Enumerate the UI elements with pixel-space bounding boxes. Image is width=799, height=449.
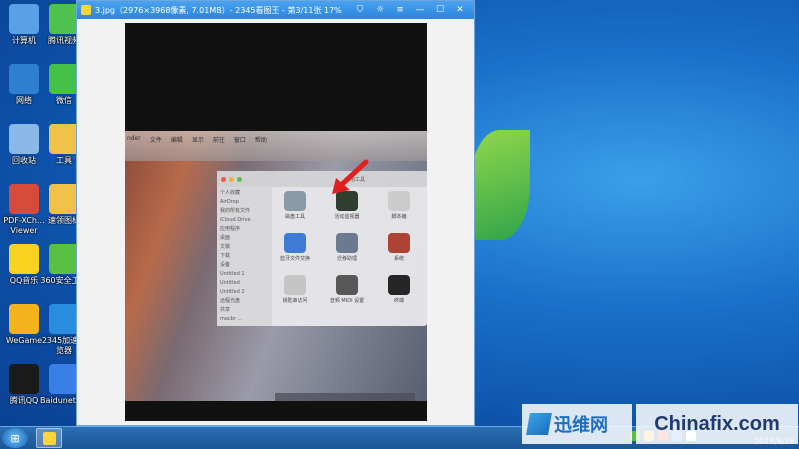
finder-app: 蓝牙文件交换 xyxy=(275,233,315,262)
finder-sidebar-item: Untitled 1 xyxy=(220,271,245,277)
finder-sidebar: 个人收藏 AirDrop 我的所有文件 iCloud Drive 应用程序桌面文稿下载设… xyxy=(217,187,272,326)
finder-window: 实用工具 个人收藏 AirDrop 我的所有文件 iCloud Drive 应用程序 桌面… xyxy=(217,171,427,326)
finder-sidebar-item: macbr ... xyxy=(220,316,243,322)
start-button[interactable]: ⊞ xyxy=(2,428,28,448)
finder-app-label: 终端 xyxy=(393,298,404,304)
displayed-photo: nder 文件 编辑 显示 前往 窗口 帮助 实用工具 个人收藏 AirDrop 我的所有文件 i… xyxy=(125,23,427,421)
viewer-app-icon xyxy=(42,431,56,445)
menu-icon[interactable]: ≡ xyxy=(390,5,410,15)
wechat-icon xyxy=(49,64,79,94)
pin-icon[interactable]: ⛉ xyxy=(350,5,370,15)
window-title: 3.jpg（2976×3968像素, 7.01MB）- 2345看图王 - 第3… xyxy=(95,5,342,15)
computer-icon xyxy=(9,4,39,34)
finder-apps: 磁盘工具 活动监视器 脚本编蓝牙文件交换 迁移助理 系统钥匙串访问 音频 MIDI 设置 终… xyxy=(275,191,425,321)
finder-sidebar-item: AirDrop xyxy=(220,199,239,205)
finder-app-label: 迁移助理 xyxy=(336,256,357,262)
finder-app-label: 系统 xyxy=(393,256,404,262)
watermark-chinafix-cn: 迅维网 xyxy=(522,404,632,444)
app-icon xyxy=(284,275,306,295)
viewer-app-icon xyxy=(81,5,91,15)
mac-menu-item: 编辑 xyxy=(170,137,183,144)
folder-icon xyxy=(49,184,79,214)
finder-sidebar-item: 下载 xyxy=(220,253,231,259)
finder-app-label: 音频 MIDI 设置 xyxy=(329,298,365,304)
skin-icon[interactable]: ☼ xyxy=(370,5,390,15)
finder-sidebar-item: iCloud Drive xyxy=(220,217,251,223)
watermark-chinafix-en: Chinafix.com xyxy=(636,404,798,444)
app-icon xyxy=(388,233,410,253)
finder-app: 音频 MIDI 设置 xyxy=(327,275,367,304)
pdf-icon xyxy=(9,184,39,214)
close-icon[interactable]: ✕ xyxy=(450,5,470,15)
watermark-logo-icon xyxy=(526,413,552,435)
music-icon xyxy=(9,244,39,274)
minimize-icon[interactable]: — xyxy=(410,5,430,15)
mac-menu-item: 帮助 xyxy=(254,137,267,144)
mac-menu-item: 前往 xyxy=(212,137,225,144)
app-icon xyxy=(284,191,306,211)
finder-app: 磁盘工具 xyxy=(275,191,315,220)
title-bar[interactable]: 3.jpg（2976×3968像素, 7.01MB）- 2345看图王 - 第3… xyxy=(77,1,474,19)
shield-icon xyxy=(49,244,79,274)
taskbar-viewer-button[interactable] xyxy=(36,428,62,448)
finder-app: 钥匙串访问 xyxy=(275,275,315,304)
image-viewer-window[interactable]: 3.jpg（2976×3968像素, 7.01MB）- 2345看图王 - 第3… xyxy=(76,0,475,426)
mac-dock xyxy=(275,393,415,401)
finder-sidebar-item: Untitled xyxy=(220,280,240,286)
finder-app: 脚本编 xyxy=(379,191,419,220)
finder-sidebar-item: 桌面 xyxy=(220,235,231,241)
finder-app-label: 磁盘工具 xyxy=(284,214,305,220)
browser-icon xyxy=(49,304,79,334)
app-icon xyxy=(388,275,410,295)
image-canvas[interactable]: nder 文件 编辑 显示 前往 窗口 帮助 实用工具 个人收藏 AirDrop 我的所有文件 i… xyxy=(77,19,474,425)
finder-app-label: 活动监视器 xyxy=(334,214,360,220)
app-icon xyxy=(336,275,358,295)
finder-app: 迁移助理 xyxy=(327,233,367,262)
finder-sidebar-item: 设备 xyxy=(220,262,231,268)
finder-sidebar-item: 文稿 xyxy=(220,244,231,250)
finder-sidebar-item: 远程光盘 xyxy=(220,298,241,304)
mac-menu-item: 显示 xyxy=(191,137,204,144)
mac-menubar: nder 文件 编辑 显示 前往 窗口 帮助 xyxy=(125,135,427,145)
recycle-bin-icon xyxy=(9,124,39,154)
qq-icon xyxy=(9,364,39,394)
mac-screen: nder 文件 编辑 显示 前往 窗口 帮助 实用工具 个人收藏 AirDrop 我的所有文件 i… xyxy=(125,131,427,401)
mac-menu-item: nder xyxy=(127,135,141,142)
finder-app: 终端 xyxy=(379,275,419,304)
network-icon xyxy=(9,64,39,94)
finder-sidebar-item: Untitled 2 xyxy=(220,289,245,295)
mac-menu-item: 文件 xyxy=(149,137,162,144)
red-arrow-icon xyxy=(332,159,369,194)
mac-menu-item: 窗口 xyxy=(233,137,246,144)
finder-sidebar-item: 我的所有文件 xyxy=(220,208,251,214)
finder-sidebar-item: 个人收藏 xyxy=(220,190,241,196)
wallpaper-decoration xyxy=(470,130,530,240)
app-icon xyxy=(388,191,410,211)
finder-app-label: 脚本编 xyxy=(391,214,407,220)
app-icon xyxy=(284,233,306,253)
app-icon xyxy=(336,233,358,253)
finder-app-label: 钥匙串访问 xyxy=(282,298,308,304)
folder-icon xyxy=(49,124,79,154)
finder-app-label: 蓝牙文件交换 xyxy=(279,256,310,262)
game-icon xyxy=(9,304,39,334)
maximize-icon[interactable]: ☐ xyxy=(430,5,450,15)
video-icon xyxy=(49,4,79,34)
finder-sidebar-item: 应用程序 xyxy=(220,226,241,232)
finder-sidebar-item: 共享 xyxy=(220,307,231,313)
cloud-icon xyxy=(49,364,79,394)
finder-app: 系统 xyxy=(379,233,419,262)
